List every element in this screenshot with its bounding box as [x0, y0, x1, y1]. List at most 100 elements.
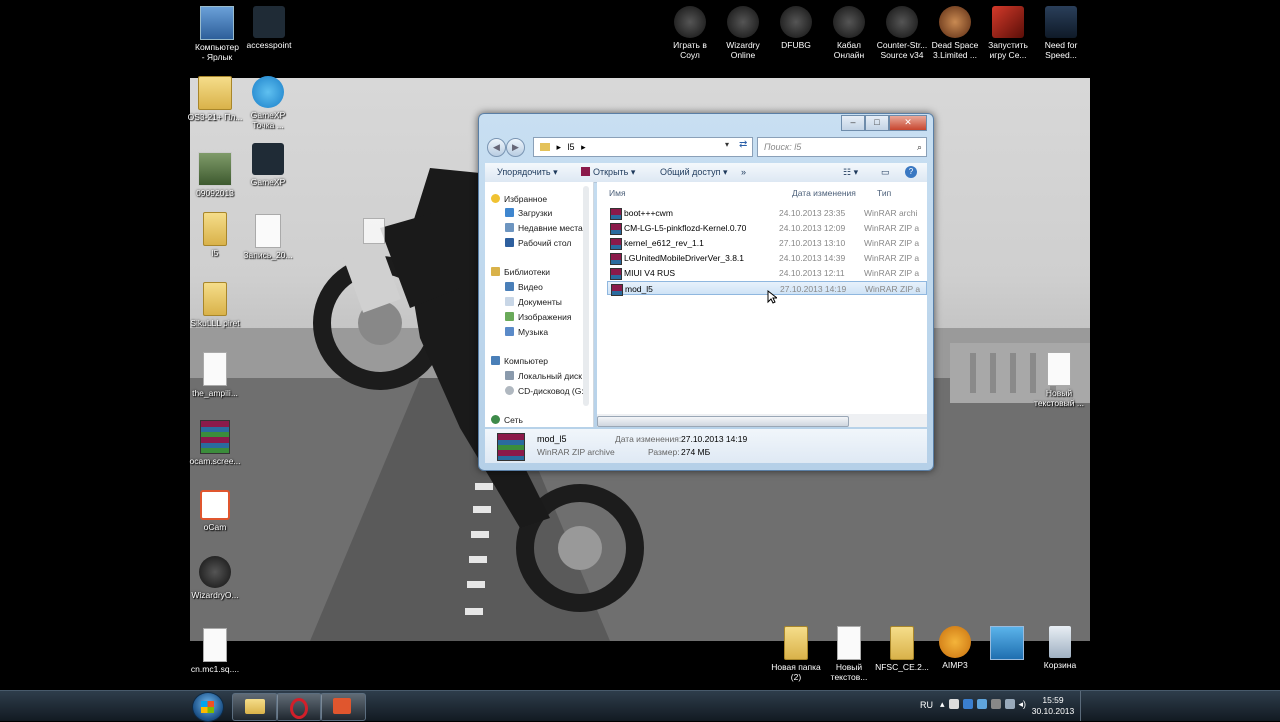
screen-border-right [1090, 0, 1280, 690]
more-commands-button[interactable]: » [741, 163, 746, 182]
view-options-icon[interactable]: ☷ ▾ [843, 163, 858, 182]
file-list: Имя Дата изменения Тип boot+++cwm 24.10.… [597, 182, 927, 427]
desktop-icon[interactable]: Запись_20... [237, 214, 299, 260]
file-row[interactable]: LGUnitedMobileDriverVer_3.8.1 24.10.2013… [607, 251, 927, 265]
winrar-icon [611, 284, 623, 296]
address-segment[interactable]: l5 [568, 142, 575, 152]
address-bar[interactable]: ▸ l5 ▸ [533, 137, 753, 157]
file-name: MIUI V4 RUS [624, 268, 676, 278]
tray-app-icon[interactable] [976, 699, 987, 709]
desktop-icon-label: 09092013 [196, 188, 234, 198]
horizontal-scrollbar[interactable] [597, 414, 927, 427]
file-row[interactable]: MIUI V4 RUS 24.10.2013 12:11 WinRAR ZIP … [607, 266, 927, 280]
file-row[interactable]: CM-LG-L5-pinkflozd-Kernel.0.70 24.10.201… [607, 221, 927, 235]
nav-libraries[interactable]: Библиотеки [491, 265, 550, 279]
desktop-icon[interactable]: GameXP Точка ... [237, 76, 299, 130]
gamexp-icon [253, 6, 285, 38]
file-name: mod_l5 [625, 284, 653, 294]
explorer-window[interactable]: – □ ✕ ◀ ▶ ▸ l5 ▸ ▾ ⇄ Поиск: l5 ⌕ Упорядо… [478, 113, 934, 471]
nav-documents[interactable]: Документы [505, 295, 562, 309]
minimize-button[interactable]: – [841, 115, 865, 131]
desktop-icon[interactable]: ocam.scree... [184, 420, 246, 466]
organize-button[interactable]: Упорядочить ▾ [497, 163, 558, 182]
nav-desktop[interactable]: Рабочий стол [505, 236, 571, 250]
column-header-date[interactable]: Дата изменения [792, 186, 856, 200]
show-desktop-button[interactable] [1080, 691, 1089, 721]
taskbar-ocam[interactable] [320, 693, 366, 721]
desktop-icon-nfs[interactable]: Need for Speed... [1030, 6, 1092, 60]
back-button[interactable]: ◀ [487, 138, 506, 157]
nav-cd-drive[interactable]: CD-дисковод (G: [505, 384, 584, 398]
column-header-name[interactable]: Имя [609, 186, 626, 200]
road-marking [471, 531, 489, 538]
navigation-pane-scrollbar[interactable] [583, 186, 589, 406]
desktop-icon[interactable]: SikuLLL piret [184, 282, 246, 328]
nav-favorites[interactable]: Избранное [491, 192, 547, 206]
desktop-icon[interactable]: cn.mc1.sq.... [184, 628, 246, 674]
winrar-icon [200, 420, 230, 454]
language-indicator[interactable]: RU [920, 700, 933, 710]
file-row[interactable]: boot+++cwm 24.10.2013 23:35 WinRAR archi [607, 206, 927, 220]
road-marking [467, 581, 485, 588]
start-button[interactable] [192, 692, 224, 722]
file-name: CM-LG-L5-pinkflozd-Kernel.0.70 [624, 223, 747, 233]
desktop-icon[interactable]: GameXP [237, 143, 299, 187]
help-icon[interactable]: ? [905, 166, 917, 178]
ocam-icon [200, 490, 230, 520]
tray-app-icon[interactable] [948, 699, 959, 709]
nav-computer[interactable]: Компьютер [491, 354, 548, 368]
volume-icon[interactable]: ◂) [1019, 699, 1027, 710]
clock[interactable]: 15:59 30.10.2013 [1030, 695, 1076, 717]
desktop-icon[interactable]: WizardryO... [184, 556, 246, 600]
desktop-icon-recycle-bin[interactable]: Корзина [1029, 626, 1091, 670]
scrollbar-thumb[interactable] [597, 416, 849, 427]
nav-recent[interactable]: Недавние места [505, 221, 583, 235]
desktop-icon-text-file[interactable]: Новый текстовый ... [1028, 352, 1090, 408]
address-dropdown-icon[interactable]: ▾ [725, 140, 729, 149]
road-marking [475, 483, 493, 490]
clock-time: 15:59 [1042, 695, 1064, 705]
file-type: WinRAR ZIP a [864, 238, 920, 248]
nav-downloads[interactable]: Загрузки [505, 206, 552, 220]
folder-icon [784, 626, 808, 660]
desktop-icon[interactable]: oCam [184, 490, 246, 532]
windows-logo-icon [201, 701, 214, 713]
open-button[interactable]: Открыть ▾ [581, 163, 635, 182]
file-icon [363, 218, 385, 244]
network-icon[interactable] [1004, 699, 1015, 709]
maximize-button[interactable]: □ [865, 115, 889, 131]
road-marking [469, 556, 487, 563]
tray-app-icon[interactable] [962, 699, 973, 709]
file-type: WinRAR ZIP a [864, 223, 920, 233]
desktop-icon[interactable]: the_ampili... [184, 352, 246, 398]
computer-icon [491, 356, 500, 365]
file-row[interactable]: kernel_e612_rev_1.1 27.10.2013 13:10 Win… [607, 236, 927, 250]
share-button[interactable]: Общий доступ ▾ [660, 163, 728, 182]
file-date: 24.10.2013 14:39 [779, 253, 846, 263]
nav-music[interactable]: Музыка [505, 325, 548, 339]
winrar-icon [497, 433, 525, 461]
taskbar-opera[interactable] [276, 693, 322, 721]
tray-arrow-icon[interactable]: ▴ [940, 699, 945, 710]
close-button[interactable]: ✕ [889, 115, 927, 131]
mouse-cursor-icon [767, 290, 777, 304]
column-header-type[interactable]: Тип [877, 186, 891, 200]
nav-network[interactable]: Сеть [491, 413, 523, 427]
winrar-icon [610, 223, 622, 235]
nav-local-disk[interactable]: Локальный диск [505, 369, 582, 383]
star-icon [491, 194, 500, 203]
text-file-icon [837, 626, 861, 660]
search-input[interactable]: Поиск: l5 ⌕ [757, 137, 927, 157]
folder-icon [245, 699, 265, 714]
forward-button[interactable]: ▶ [506, 138, 525, 157]
refresh-icon[interactable]: ⇄ [739, 139, 747, 150]
desktop-icon-accesspoint[interactable]: accesspoint [238, 6, 300, 50]
libraries-icon [491, 267, 500, 276]
preview-pane-icon[interactable]: ▭ [881, 163, 890, 182]
nav-video[interactable]: Видео [505, 280, 543, 294]
folder-icon [540, 143, 550, 151]
tray-app-icon[interactable] [990, 699, 1001, 709]
taskbar-explorer[interactable] [232, 693, 278, 721]
desktop-icon-label: the_ampili... [192, 388, 238, 398]
nav-pictures[interactable]: Изображения [505, 310, 571, 324]
